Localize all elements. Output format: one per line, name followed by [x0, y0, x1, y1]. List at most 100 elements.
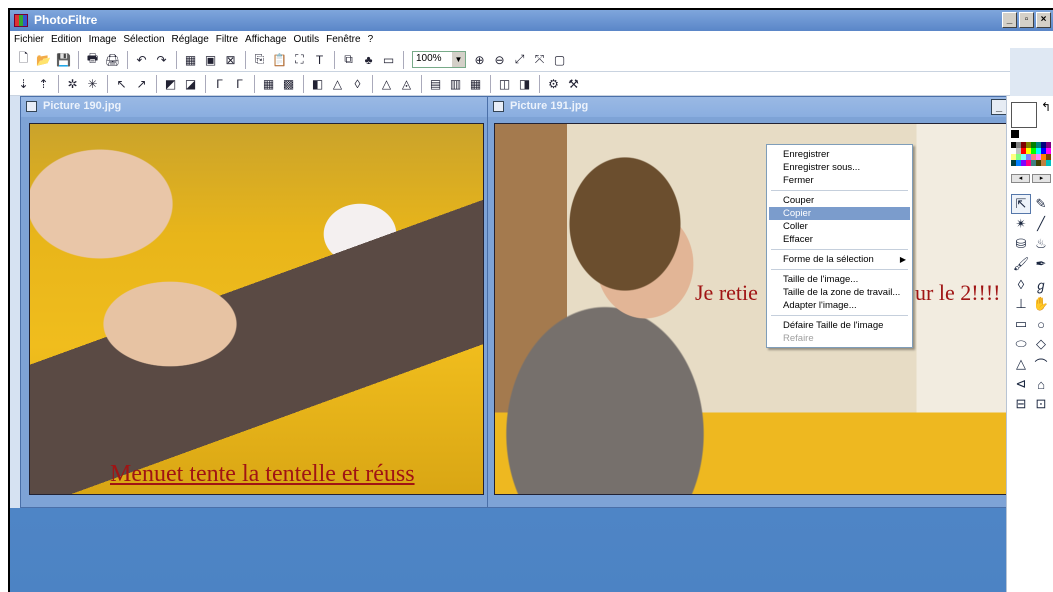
- save-icon[interactable]: 💾: [54, 50, 73, 69]
- ellipse-icon[interactable]: ○: [1031, 314, 1051, 334]
- window-icon[interactable]: ▢: [550, 50, 569, 69]
- zoom-out-icon[interactable]: ⊖: [490, 50, 509, 69]
- filter-tool-23-icon[interactable]: ◬: [397, 74, 416, 93]
- line-icon[interactable]: ╱: [1031, 214, 1051, 234]
- zoom-in-icon[interactable]: ⊕: [470, 50, 489, 69]
- context-menu-item[interactable]: Enregistrer: [769, 148, 910, 161]
- menu-filtre[interactable]: Filtre: [216, 34, 238, 45]
- rectangle-icon[interactable]: ▭: [1011, 314, 1031, 334]
- menu-?[interactable]: ?: [368, 34, 374, 45]
- filter-tool-16-icon[interactable]: ▩: [279, 74, 298, 93]
- menu-outils[interactable]: Outils: [294, 34, 320, 45]
- layers-icon[interactable]: ⧉: [339, 50, 358, 69]
- swap-colors-icon[interactable]: ↰: [1041, 100, 1051, 114]
- menu-selection[interactable]: Sélection: [123, 34, 164, 45]
- rgb-icon[interactable]: ▣: [201, 50, 220, 69]
- filter-tool-33-icon[interactable]: ⚒: [564, 74, 583, 93]
- zoom-select[interactable]: 100% ▼: [412, 51, 466, 68]
- filter-tool-19-icon[interactable]: △: [328, 74, 347, 93]
- minimize-window-button[interactable]: _: [1002, 12, 1017, 28]
- chevron-down-icon[interactable]: ▼: [452, 52, 465, 67]
- close-window-button[interactable]: ×: [1036, 12, 1051, 28]
- context-menu-item[interactable]: Fermer: [769, 174, 910, 187]
- filter-tool-10-icon[interactable]: ◪: [181, 74, 200, 93]
- copy-icon[interactable]: ⎘: [250, 50, 269, 69]
- triangle-icon[interactable]: △: [1011, 354, 1031, 374]
- filter-tool-3-icon[interactable]: ✲: [63, 74, 82, 93]
- advanced-brush-icon[interactable]: ✒: [1031, 254, 1051, 274]
- select-arrow-icon[interactable]: ⇱: [1011, 194, 1031, 214]
- hand-icon[interactable]: ✋: [1031, 294, 1051, 314]
- context-menu-item[interactable]: Coller: [769, 220, 910, 233]
- context-menu-item[interactable]: Adapter l'image...: [769, 299, 910, 312]
- filter-tool-30-icon[interactable]: ◨: [515, 74, 534, 93]
- filter-tool-18-icon[interactable]: ◧: [308, 74, 327, 93]
- filter-tool-1-icon[interactable]: ⇡: [34, 74, 53, 93]
- undo-icon[interactable]: ↶: [132, 50, 151, 69]
- fill-bucket-icon[interactable]: ⛁: [1011, 234, 1031, 254]
- filter-tool-20-icon[interactable]: ◊: [348, 74, 367, 93]
- spray-icon[interactable]: ♨: [1031, 234, 1051, 254]
- plugin-icon[interactable]: ♣: [359, 50, 378, 69]
- smudge-icon[interactable]: ℊ: [1031, 274, 1051, 294]
- palette-color[interactable]: [1046, 160, 1051, 166]
- open-shape-icon[interactable]: ⌂: [1031, 374, 1051, 394]
- menu-edition[interactable]: Edition: [51, 34, 82, 45]
- filter-tool-13-icon[interactable]: Γ: [230, 74, 249, 93]
- context-menu-item[interactable]: Taille de la zone de travail...: [769, 286, 910, 299]
- diamond-icon[interactable]: ◇: [1031, 334, 1051, 354]
- palette-prev-button[interactable]: ◂: [1011, 174, 1030, 183]
- filter-tool-9-icon[interactable]: ◩: [161, 74, 180, 93]
- color-picker-icon[interactable]: ✎: [1031, 194, 1051, 214]
- stamp-icon[interactable]: ⊥: [1011, 294, 1031, 314]
- context-menu-item[interactable]: Copier: [769, 207, 910, 220]
- filter-tool-32-icon[interactable]: ⚙: [544, 74, 563, 93]
- menu-reglage[interactable]: Réglage: [172, 34, 209, 45]
- background-color-swatch[interactable]: [1011, 130, 1019, 138]
- filter-tool-7-icon[interactable]: ↗: [132, 74, 151, 93]
- filter-tool-12-icon[interactable]: Γ: [210, 74, 229, 93]
- redo-icon[interactable]: ↷: [152, 50, 171, 69]
- print-icon[interactable]: 🖶: [83, 50, 102, 69]
- filter-tool-4-icon[interactable]: ✳: [83, 74, 102, 93]
- minimize-document-button[interactable]: _: [991, 99, 1007, 115]
- filter-tool-15-icon[interactable]: ▦: [259, 74, 278, 93]
- select-all-icon[interactable]: ⊟: [1011, 394, 1031, 414]
- grayscale-icon[interactable]: ▦: [181, 50, 200, 69]
- blur-drop-icon[interactable]: ◊: [1011, 274, 1031, 294]
- menu-affichage[interactable]: Affichage: [245, 34, 287, 45]
- title-bar[interactable]: PhotoFiltre _ ▫ ×: [10, 10, 1053, 31]
- filter-icon[interactable]: ⊠: [221, 50, 240, 69]
- document-window-picture-191[interactable]: Picture 191.jpg _ Je retie ur le 2!!!!: [487, 96, 1012, 508]
- document-title-bar[interactable]: Picture 190.jpg: [21, 97, 492, 117]
- filter-tool-22-icon[interactable]: △: [377, 74, 396, 93]
- image-canvas[interactable]: Je retie ur le 2!!!!: [494, 123, 1010, 495]
- fullscreen-icon[interactable]: ▭: [379, 50, 398, 69]
- crop-icon[interactable]: ⛶: [290, 50, 309, 69]
- polygon-lasso-icon[interactable]: ⊲: [1011, 374, 1031, 394]
- scan-icon[interactable]: 🖨: [103, 50, 122, 69]
- filter-tool-6-icon[interactable]: ↖: [112, 74, 131, 93]
- menu-image[interactable]: Image: [89, 34, 117, 45]
- filter-tool-0-icon[interactable]: ⇣: [14, 74, 33, 93]
- image-canvas[interactable]: Menuet tente la tentelle et réuss: [29, 123, 484, 495]
- filter-tool-27-icon[interactable]: ▦: [466, 74, 485, 93]
- context-menu-item[interactable]: Enregistrer sous...: [769, 161, 910, 174]
- menu-fenetre[interactable]: Fenêtre: [326, 34, 360, 45]
- paste-icon[interactable]: 📋: [270, 50, 289, 69]
- context-menu-item[interactable]: Effacer: [769, 233, 910, 246]
- foreground-color-swatch[interactable]: [1011, 102, 1037, 128]
- filter-tool-29-icon[interactable]: ◫: [495, 74, 514, 93]
- open-folder-icon[interactable]: 📂: [34, 50, 53, 69]
- text-icon[interactable]: T: [310, 50, 329, 69]
- actual-size-icon[interactable]: ⤧: [530, 50, 549, 69]
- invert-select-icon[interactable]: ⊡: [1031, 394, 1051, 414]
- brush-icon[interactable]: 🖌: [1011, 254, 1031, 274]
- document-title-bar[interactable]: Picture 191.jpg _: [488, 97, 1011, 117]
- palette-next-button[interactable]: ▸: [1032, 174, 1051, 183]
- context-menu-item[interactable]: Taille de l'image...: [769, 273, 910, 286]
- lasso-icon[interactable]: ⌒: [1031, 354, 1051, 374]
- menu-fichier[interactable]: Fichier: [14, 34, 44, 45]
- rounded-rect-icon[interactable]: ⬭: [1011, 334, 1031, 354]
- context-menu-item[interactable]: Couper: [769, 194, 910, 207]
